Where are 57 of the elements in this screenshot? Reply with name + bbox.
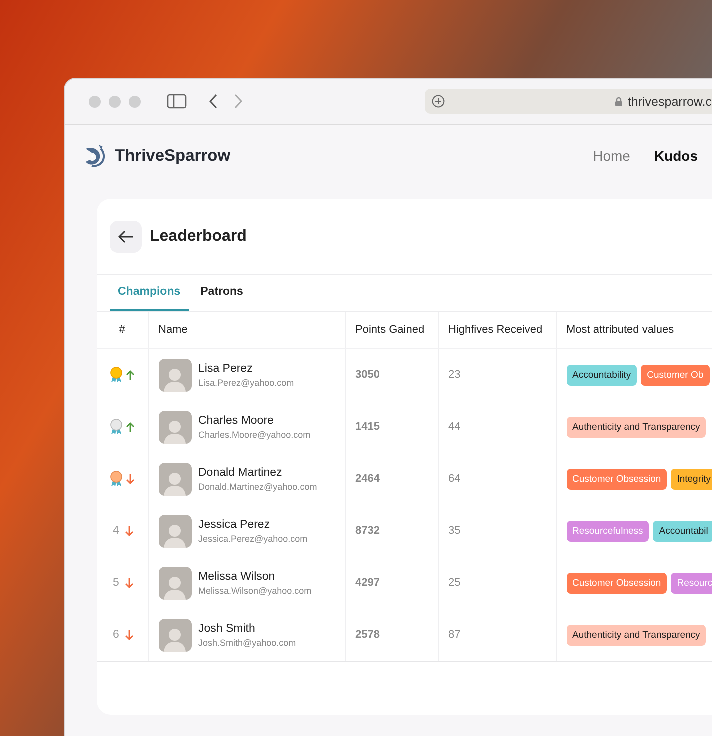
highfives-value: 64	[448, 473, 461, 485]
value-tag: Authenticity and Transparency	[566, 624, 706, 646]
url-text: thrivesparrow.c	[628, 94, 712, 108]
highfives-value: 35	[448, 525, 461, 537]
value-tag: Authenticity and Transparency	[566, 416, 706, 438]
column-header: Most attributed values	[556, 312, 712, 348]
left-arrow-icon	[118, 230, 134, 244]
person-name: Donald Martinez	[198, 466, 284, 478]
brand-name: ThriveSparrow	[115, 146, 231, 166]
logo-icon	[84, 144, 106, 168]
points-value: 2464	[356, 473, 380, 485]
value-tag: Customer Obsession	[566, 468, 668, 490]
person-name: Josh Smith	[198, 622, 256, 634]
person-name: Melissa Wilson	[198, 570, 276, 582]
highfives-value: 87	[448, 629, 461, 641]
tab[interactable]: Champions	[110, 275, 189, 311]
column-header: Highfives Received	[438, 312, 556, 348]
highfives-value: 23	[448, 369, 461, 381]
nav-link[interactable]: Home	[593, 148, 630, 164]
tab[interactable]: Patrons	[192, 275, 252, 311]
points-value: 2578	[356, 629, 380, 641]
value-tag: Customer Obsession	[566, 572, 668, 594]
person-email: Lisa.Perez@yahoo.com	[198, 378, 294, 388]
points-value: 8732	[356, 525, 380, 537]
person-name: Charles Moore	[198, 414, 275, 426]
person-email: Josh.Smith@yahoo.com	[198, 638, 296, 648]
nav-link[interactable]: Kudos	[654, 148, 698, 164]
value-tag: Accountability	[566, 364, 638, 386]
rank-number: 6	[112, 629, 120, 641]
lock-icon	[614, 96, 623, 106]
value-tag: Integrity	[671, 468, 712, 490]
person-email: Melissa.Wilson@yahoo.com	[198, 586, 312, 596]
points-value: 4297	[356, 577, 380, 589]
column-header: Name	[148, 312, 345, 348]
person-email: Jessica.Perez@yahoo.com	[198, 534, 308, 544]
value-tag: Accountabil	[653, 520, 712, 542]
column-header: Points Gained	[345, 312, 438, 348]
highfives-value: 25	[448, 577, 461, 589]
points-value: 1415	[356, 421, 380, 433]
plus-icon[interactable]	[432, 95, 445, 108]
value-tag: Resourc	[671, 572, 712, 594]
person-email: Charles.Moore@yahoo.com	[198, 430, 311, 440]
column-header: #	[97, 312, 148, 348]
points-value: 3050	[356, 369, 380, 381]
address-bar[interactable]: thrivesparrow.c	[425, 89, 712, 114]
highfives-value: 44	[448, 421, 461, 433]
back-icon[interactable]	[209, 94, 218, 109]
person-email: Donald.Martinez@yahoo.com	[198, 482, 318, 492]
rank-number: 4	[112, 525, 120, 537]
page-title: Leaderboard	[150, 228, 247, 246]
rank-number: 5	[112, 577, 120, 589]
value-tag: Resourcefulness	[566, 520, 650, 542]
sidebar-icon[interactable]	[167, 94, 187, 109]
person-name: Lisa Perez	[198, 362, 254, 374]
value-tag: Customer Ob	[641, 364, 710, 386]
back-button[interactable]	[110, 220, 142, 252]
person-name: Jessica Perez	[198, 518, 272, 530]
